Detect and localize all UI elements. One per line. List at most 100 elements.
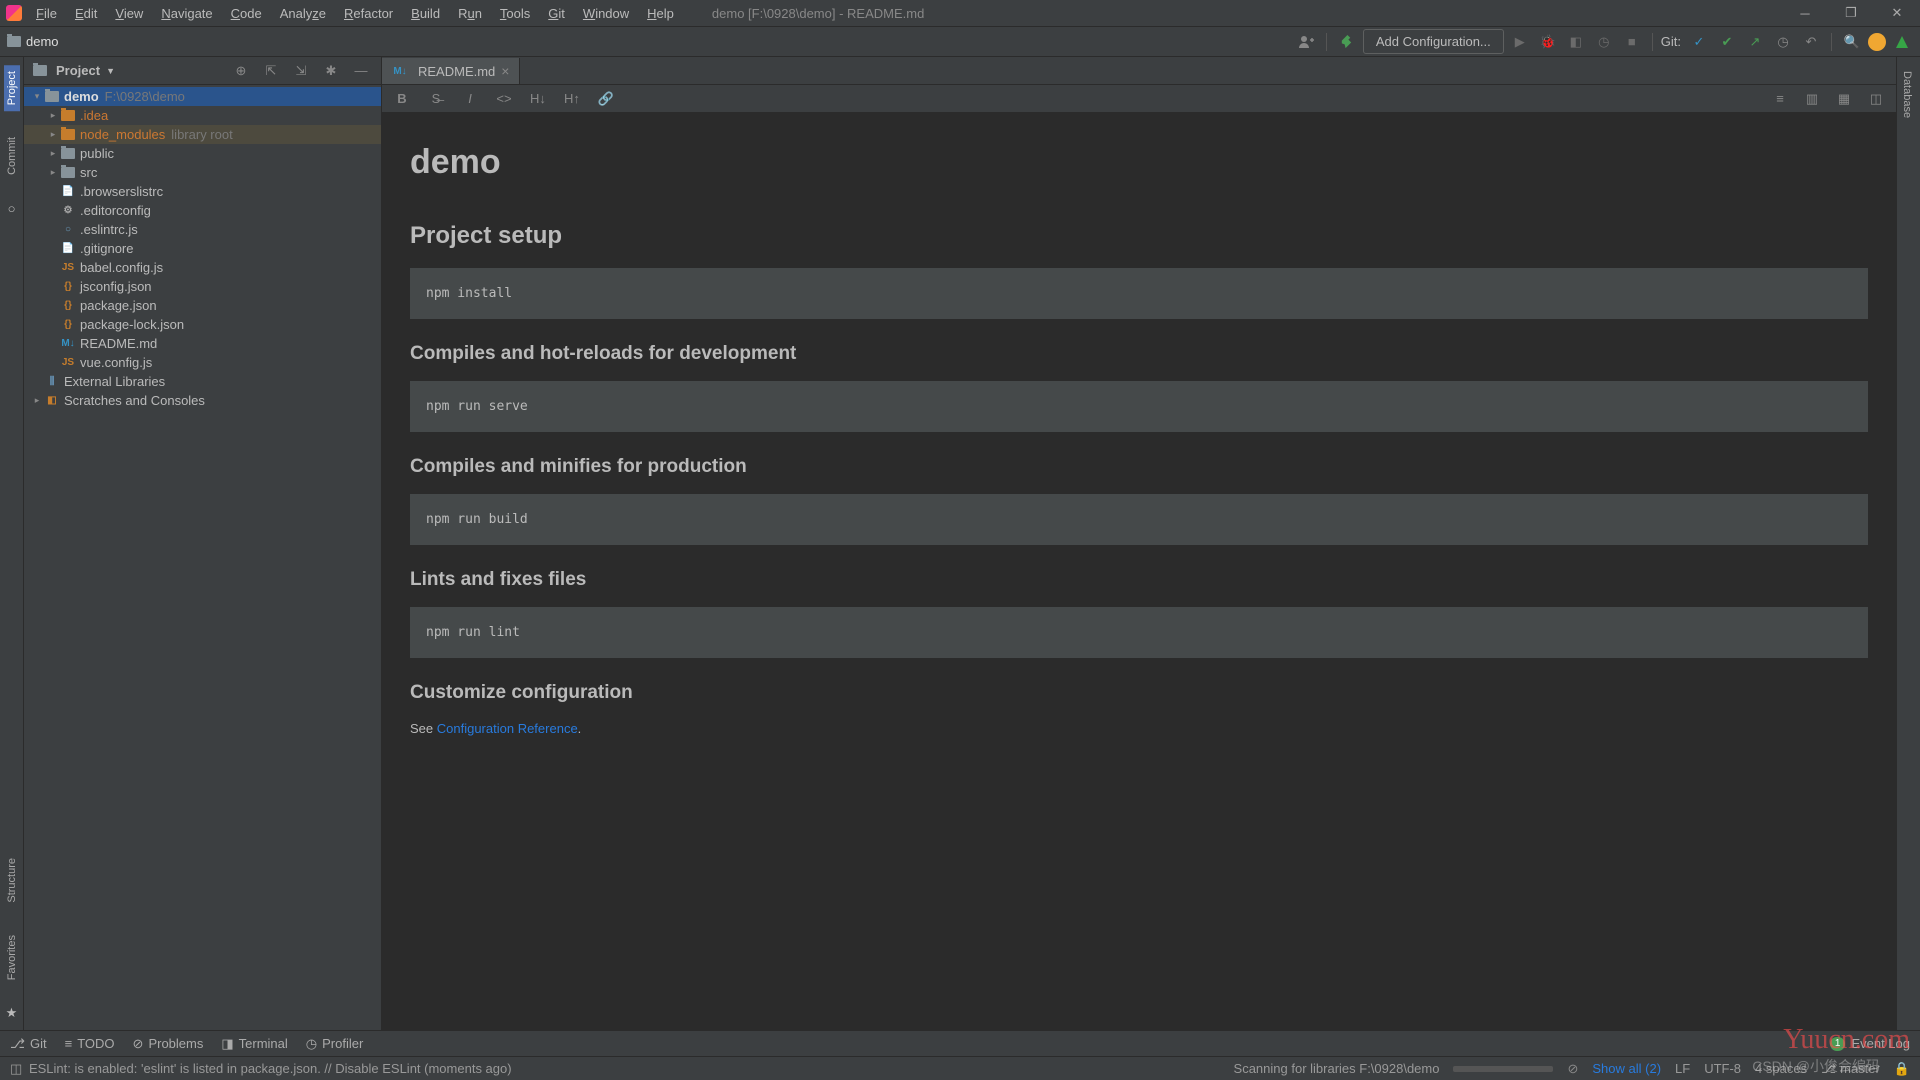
layout-icon[interactable]: ◫ [1864, 87, 1888, 111]
menu-view[interactable]: View [107, 3, 151, 24]
menu-refactor[interactable]: Refactor [336, 3, 401, 24]
menu-run[interactable]: Run [450, 3, 490, 24]
tab-event-log[interactable]: Event Log [1851, 1036, 1910, 1051]
tool-project[interactable]: Project [4, 65, 20, 111]
menu-code[interactable]: Code [223, 3, 270, 24]
menu-analyze[interactable]: Analyze [272, 3, 334, 24]
menu-help[interactable]: Help [639, 3, 682, 24]
status-scanning: Scanning for libraries F:\0928\demo [1234, 1061, 1440, 1076]
tool-structure[interactable]: Structure [4, 852, 20, 909]
header-up-icon[interactable]: H↑ [560, 87, 584, 111]
tab-todo[interactable]: ≡TODO [65, 1036, 115, 1051]
cancel-scan-icon[interactable]: ⊘ [1567, 1061, 1578, 1077]
editor-area: M↓ README.md × B S̶ I <> H↓ H↑ 🔗 ≡ ▥ ▦ ◫ [382, 57, 1896, 1030]
bold-icon[interactable]: B [390, 87, 414, 111]
tree-scratches[interactable]: ▸◧Scratches and Consoles [24, 391, 381, 410]
expand-all-icon[interactable]: ⇱ [259, 59, 283, 83]
menu-edit[interactable]: Edit [67, 3, 105, 24]
coverage-icon[interactable]: ◧ [1564, 30, 1588, 54]
status-message: ESLint: is enabled: 'eslint' is listed i… [29, 1061, 512, 1076]
tree-folder[interactable]: ▸src [24, 163, 381, 182]
preview-only-icon[interactable]: ▦ [1832, 87, 1856, 111]
tab-readme[interactable]: M↓ README.md × [382, 58, 520, 84]
chevron-down-icon: ▾ [30, 91, 44, 102]
hide-icon[interactable]: — [349, 59, 373, 83]
navigation-bar: demo Add Configuration... ▶ 🐞 ◧ ◷ ■ Git:… [0, 27, 1920, 57]
link-icon[interactable]: 🔗 [594, 87, 618, 111]
minimize-icon[interactable]: ─ [1782, 0, 1828, 27]
tool-commit[interactable]: Commit [4, 131, 20, 181]
git-pull-icon[interactable]: ✓ [1687, 30, 1711, 54]
status-show-all[interactable]: Show all (2) [1592, 1061, 1661, 1076]
tool-favorites[interactable]: Favorites [4, 929, 20, 986]
tree-file[interactable]: 📄.gitignore [24, 239, 381, 258]
add-configuration-button[interactable]: Add Configuration... [1363, 29, 1504, 54]
profile-icon[interactable]: ◷ [1592, 30, 1616, 54]
hammer-icon[interactable] [1335, 30, 1359, 54]
maximize-icon[interactable]: ❐ [1828, 0, 1874, 27]
tool-database[interactable]: Database [1897, 65, 1917, 124]
status-indent[interactable]: 4 spaces [1755, 1061, 1807, 1076]
avatar-icon[interactable] [1868, 33, 1886, 51]
tree-folder[interactable]: ▸.idea [24, 106, 381, 125]
git-push-icon[interactable]: ↗ [1743, 30, 1767, 54]
close-tab-icon[interactable]: × [501, 63, 509, 79]
select-opened-icon[interactable]: ⊕ [229, 59, 253, 83]
project-icon [32, 63, 48, 79]
git-rollback-icon[interactable]: ↶ [1799, 30, 1823, 54]
user-icon[interactable] [1294, 30, 1318, 54]
lock-icon[interactable]: 🔒 [1894, 1061, 1910, 1077]
tab-terminal[interactable]: ◨Terminal [221, 1036, 287, 1052]
menu-window[interactable]: Window [575, 3, 637, 24]
menu-navigate[interactable]: Navigate [153, 3, 220, 24]
tab-git[interactable]: ⎇Git [10, 1036, 47, 1052]
left-tool-strip: Project Commit ○ Structure Favorites ★ [0, 57, 24, 1030]
tool-window-icon[interactable]: ◫ [10, 1061, 22, 1077]
tree-file[interactable]: {}jsconfig.json [24, 277, 381, 296]
project-title[interactable]: Project [56, 63, 100, 78]
header-down-icon[interactable]: H↓ [526, 87, 550, 111]
run-icon[interactable]: ▶ [1508, 30, 1532, 54]
menu-tools[interactable]: Tools [492, 3, 538, 24]
tree-file[interactable]: M↓README.md [24, 334, 381, 353]
tree-file[interactable]: ⚙.editorconfig [24, 201, 381, 220]
status-lf[interactable]: LF [1675, 1061, 1690, 1076]
tree-folder[interactable]: ▸public [24, 144, 381, 163]
tree-file[interactable]: 📄.browserslistrc [24, 182, 381, 201]
stop-icon[interactable]: ■ [1620, 30, 1644, 54]
status-encoding[interactable]: UTF-8 [1704, 1061, 1741, 1076]
menu-build[interactable]: Build [403, 3, 448, 24]
tab-profiler[interactable]: ◷Profiler [306, 1036, 364, 1052]
markdown-preview[interactable]: demo Project setup npm install Compiles … [382, 113, 1896, 1030]
project-sidebar: Project ▼ ⊕ ⇱ ⇲ ✱ — ▾ demo F:\0928\demo … [24, 57, 382, 1030]
tree-file[interactable]: JSbabel.config.js [24, 258, 381, 277]
italic-icon[interactable]: I [458, 87, 482, 111]
tree-file[interactable]: {}package-lock.json [24, 315, 381, 334]
menu-git[interactable]: Git [540, 3, 573, 24]
menu-file[interactable]: File [28, 3, 65, 24]
settings-icon[interactable]: ✱ [319, 59, 343, 83]
tree-file[interactable]: {}package.json [24, 296, 381, 315]
tree-folder[interactable]: ▸node_moduleslibrary root [24, 125, 381, 144]
close-icon[interactable]: ✕ [1874, 0, 1920, 27]
editor-only-icon[interactable]: ≡ [1768, 87, 1792, 111]
md-h1: demo [410, 143, 1868, 182]
git-commit-icon[interactable]: ✔ [1715, 30, 1739, 54]
code-icon[interactable]: <> [492, 87, 516, 111]
tree-external[interactable]: ⫼External Libraries [24, 372, 381, 391]
search-icon[interactable]: 🔍 [1840, 30, 1864, 54]
collapse-all-icon[interactable]: ⇲ [289, 59, 313, 83]
breadcrumb-project[interactable]: demo [26, 34, 59, 49]
ide-features-icon[interactable] [1890, 30, 1914, 54]
config-ref-link[interactable]: Configuration Reference [437, 721, 578, 736]
tree-file[interactable]: JSvue.config.js [24, 353, 381, 372]
split-view-icon[interactable]: ▥ [1800, 87, 1824, 111]
tree-root[interactable]: ▾ demo F:\0928\demo [24, 87, 381, 106]
chevron-down-icon[interactable]: ▼ [106, 66, 115, 76]
tree-file[interactable]: ○.eslintrc.js [24, 220, 381, 239]
debug-icon[interactable]: 🐞 [1536, 30, 1560, 54]
git-history-icon[interactable]: ◷ [1771, 30, 1795, 54]
strike-icon[interactable]: S̶ [424, 87, 448, 111]
status-branch[interactable]: ⎇master [1821, 1061, 1880, 1077]
tab-problems[interactable]: ⊘Problems [133, 1036, 204, 1052]
